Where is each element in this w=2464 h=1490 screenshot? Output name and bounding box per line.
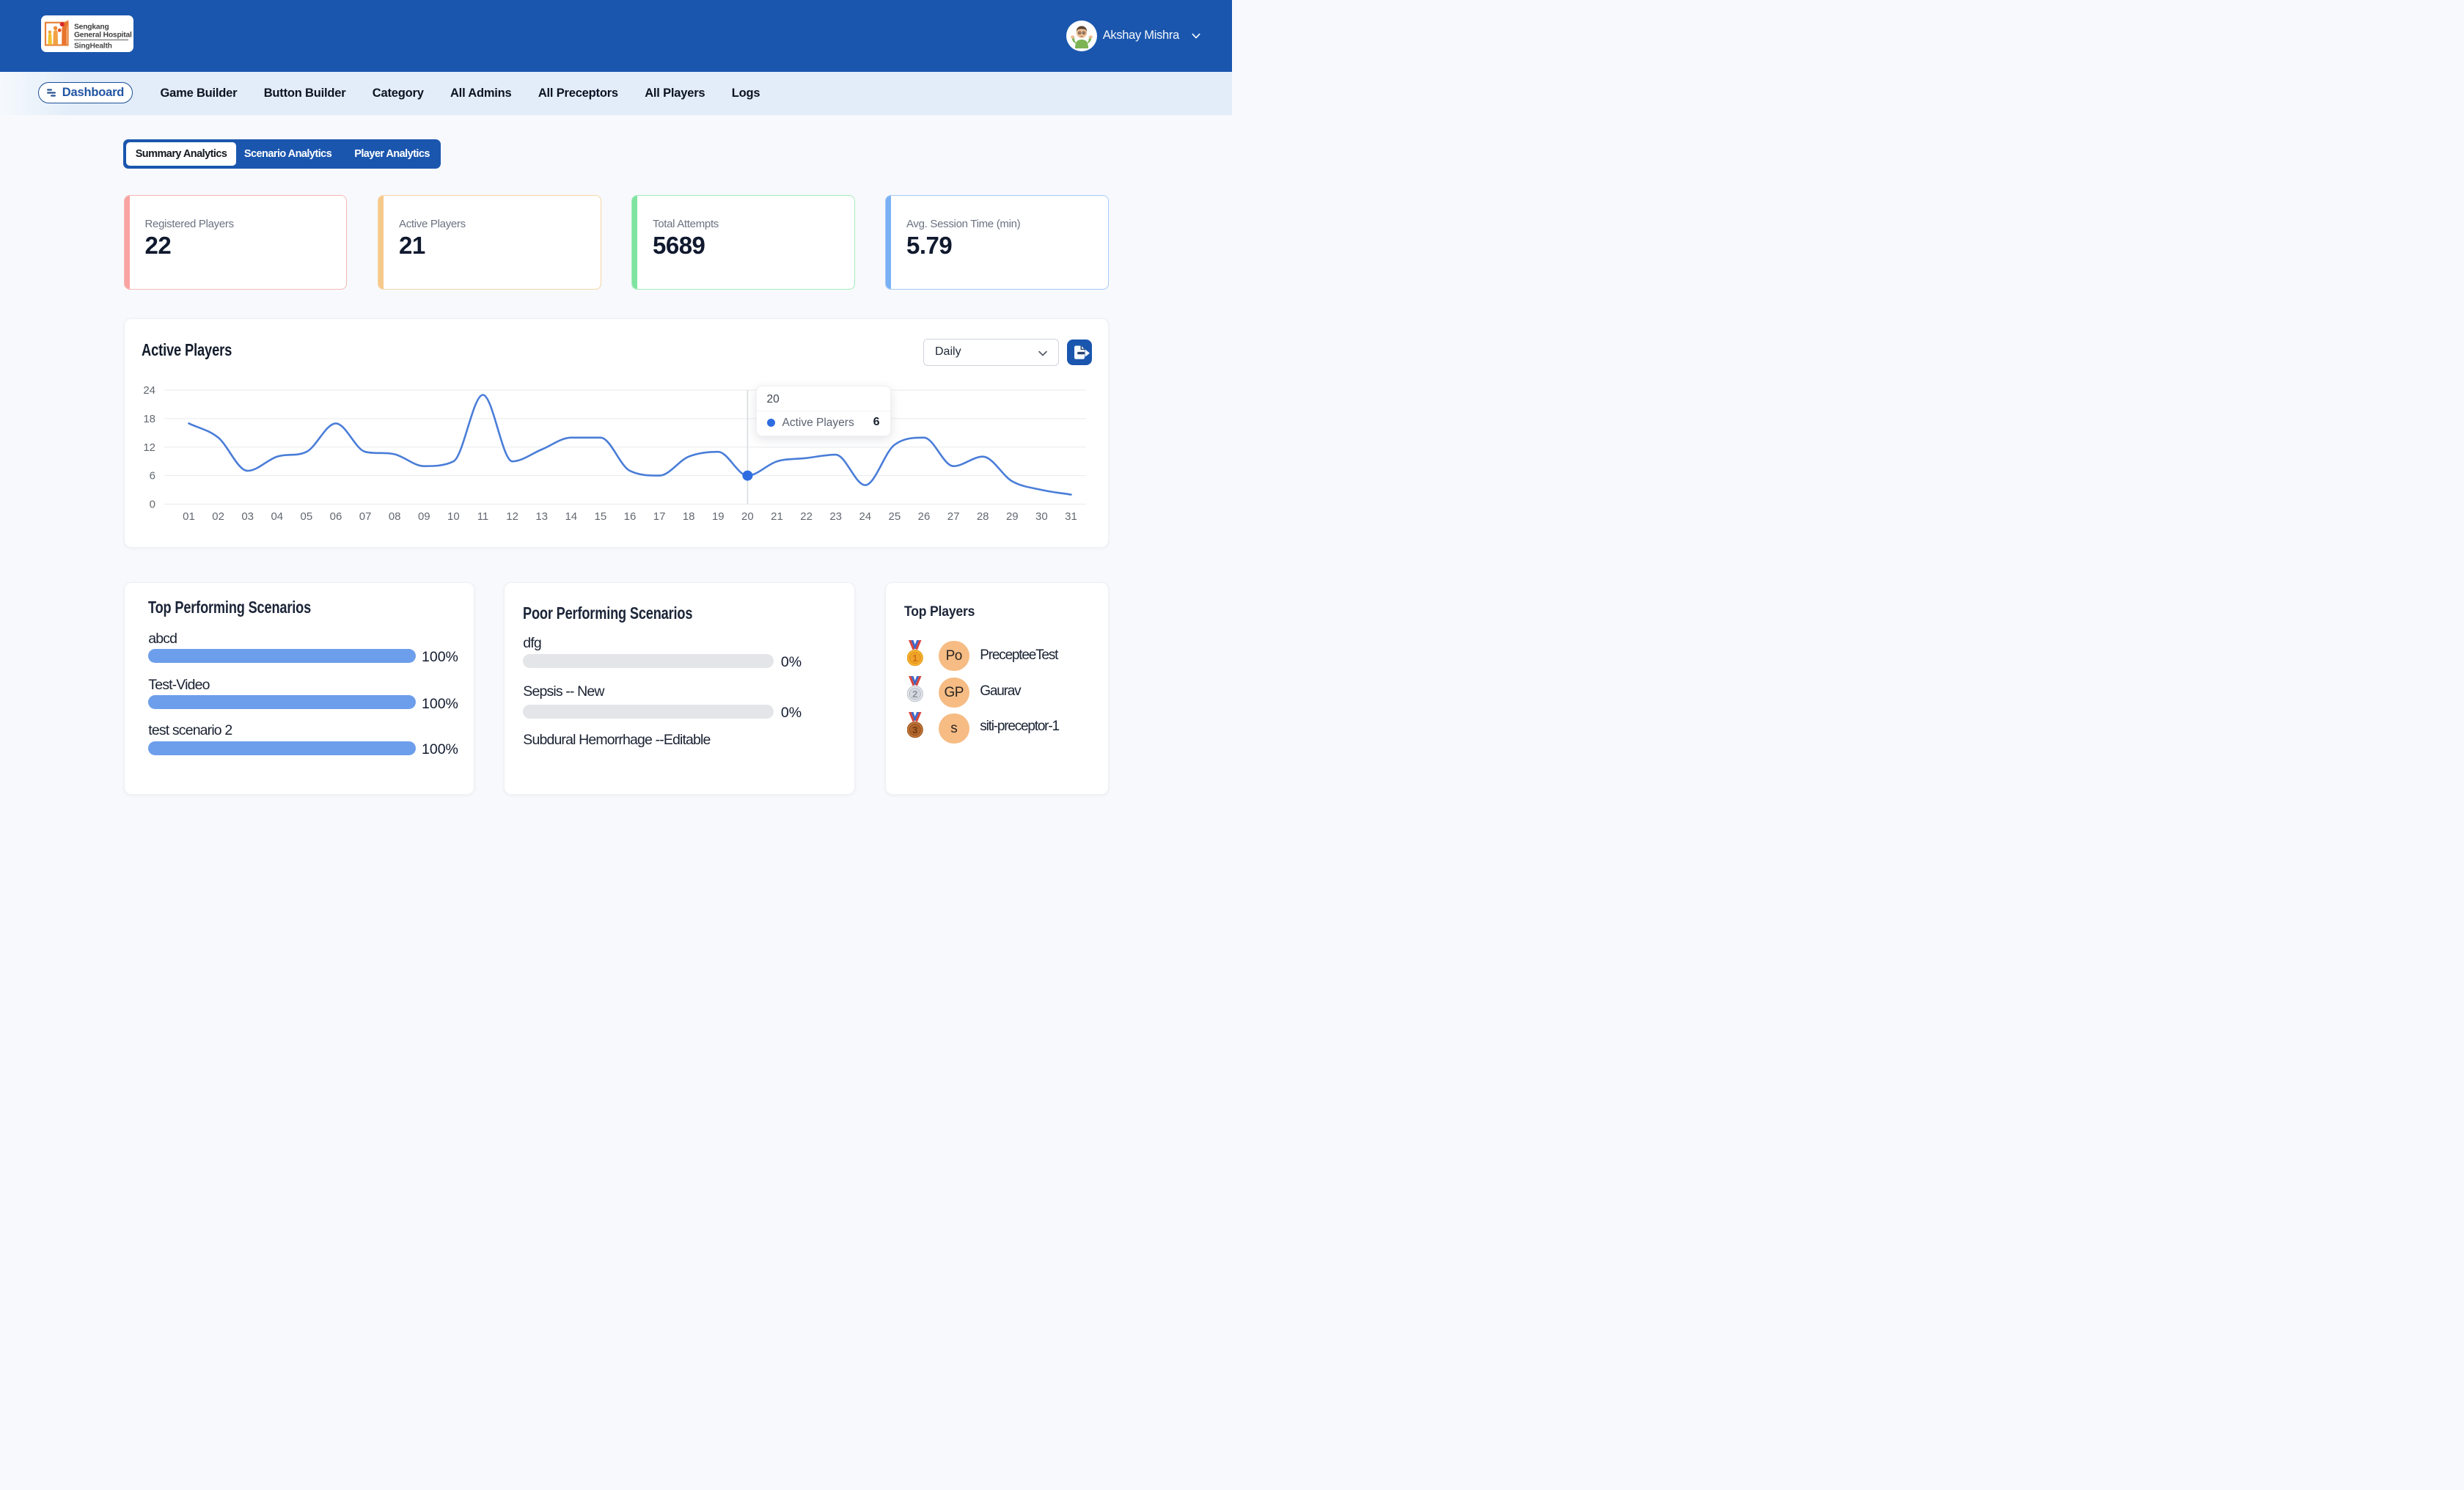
svg-text:31: 31 bbox=[1065, 510, 1077, 523]
svg-text:12: 12 bbox=[143, 441, 155, 453]
svg-text:22: 22 bbox=[800, 510, 813, 523]
svg-text:0: 0 bbox=[149, 498, 155, 510]
svg-text:24: 24 bbox=[143, 384, 155, 397]
svg-text:12: 12 bbox=[506, 510, 518, 523]
svg-text:14: 14 bbox=[565, 510, 577, 523]
svg-text:20: 20 bbox=[741, 510, 754, 523]
svg-text:06: 06 bbox=[329, 510, 342, 523]
svg-text:29: 29 bbox=[1005, 510, 1018, 523]
svg-text:04: 04 bbox=[271, 510, 283, 523]
svg-text:1: 1 bbox=[912, 653, 917, 664]
svg-text:25: 25 bbox=[888, 510, 901, 523]
svg-text:26: 26 bbox=[917, 510, 930, 523]
svg-text:18: 18 bbox=[682, 510, 694, 523]
svg-text:11: 11 bbox=[477, 510, 488, 523]
svg-text:05: 05 bbox=[300, 510, 312, 523]
svg-text:2: 2 bbox=[912, 689, 917, 700]
svg-text:30: 30 bbox=[1035, 510, 1048, 523]
svg-text:13: 13 bbox=[535, 510, 548, 523]
svg-text:08: 08 bbox=[388, 510, 400, 523]
svg-text:19: 19 bbox=[711, 510, 724, 523]
svg-text:27: 27 bbox=[947, 510, 959, 523]
svg-text:SingHealth: SingHealth bbox=[74, 42, 112, 50]
svg-text:15: 15 bbox=[594, 510, 606, 523]
svg-text:01: 01 bbox=[183, 510, 195, 523]
svg-text:02: 02 bbox=[212, 510, 224, 523]
svg-text:09: 09 bbox=[417, 510, 430, 523]
svg-text:28: 28 bbox=[976, 510, 989, 523]
svg-text:10: 10 bbox=[447, 510, 460, 523]
svg-text:18: 18 bbox=[143, 412, 155, 425]
svg-text:6: 6 bbox=[149, 469, 155, 482]
svg-text:23: 23 bbox=[829, 510, 842, 523]
svg-text:17: 17 bbox=[653, 510, 665, 523]
svg-text:General Hospital: General Hospital bbox=[74, 31, 132, 39]
svg-text:16: 16 bbox=[623, 510, 636, 523]
svg-text:03: 03 bbox=[241, 510, 254, 523]
svg-text:07: 07 bbox=[359, 510, 371, 523]
svg-text:24: 24 bbox=[859, 510, 871, 523]
svg-text:3: 3 bbox=[912, 724, 917, 735]
svg-text:21: 21 bbox=[771, 510, 783, 523]
svg-text:Sengkang: Sengkang bbox=[74, 23, 109, 31]
